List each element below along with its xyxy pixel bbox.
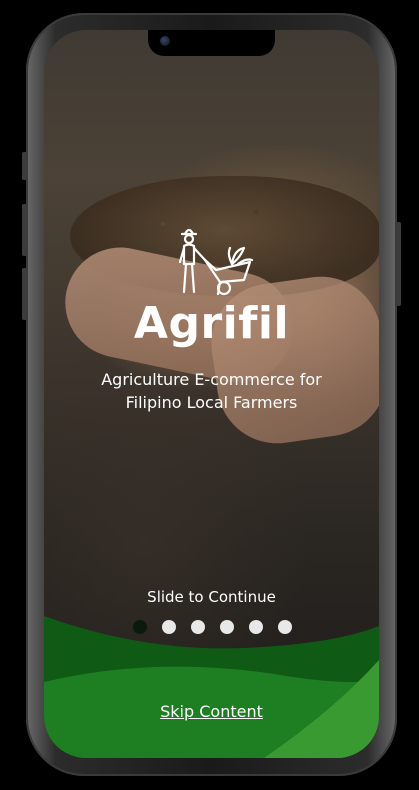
app-subtitle: Agriculture E-commerce for Filipino Loca… [44,368,379,414]
page-dot-3[interactable] [191,620,205,634]
page-dot-5[interactable] [249,620,263,634]
app-title: Agrifil [133,298,290,349]
onboarding-screen: Agrifil Agriculture E-commerce for Filip… [44,30,379,758]
page-dot-6[interactable] [278,620,292,634]
page-dot-2[interactable] [162,620,176,634]
app-subtitle-line-2: Filipino Local Farmers [125,393,298,412]
green-wave-background [44,616,379,758]
app-subtitle-line-1: Agriculture E-commerce for [101,370,322,389]
slide-hint: Slide to Continue [147,588,276,606]
device-stage: Agrifil Agriculture E-commerce for Filip… [0,0,419,790]
page-dot-4[interactable] [220,620,234,634]
page-dot-1[interactable] [133,620,147,634]
skip-content-link[interactable]: Skip Content [44,702,379,721]
page-indicator[interactable] [133,620,292,634]
front-camera [160,36,170,46]
farmer-wheelbarrow-icon [178,228,254,296]
